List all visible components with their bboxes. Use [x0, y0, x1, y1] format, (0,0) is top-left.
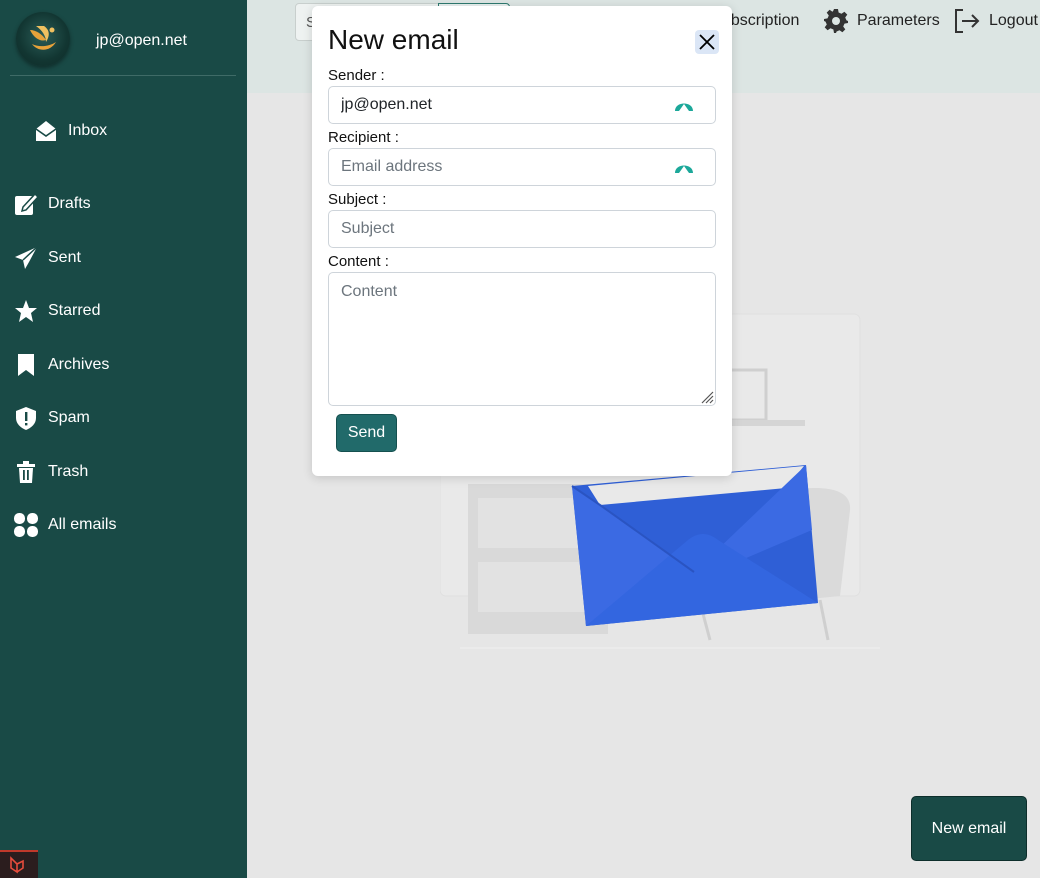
sidebar-item-inbox[interactable]: Inbox	[32, 114, 107, 148]
modal-title: New email	[328, 24, 459, 55]
nav-parameters[interactable]: Parameters	[823, 6, 940, 36]
sender-field[interactable]	[328, 86, 716, 124]
new-email-button[interactable]: New email	[911, 796, 1027, 861]
sidebar-item-sent[interactable]: Sent	[12, 241, 81, 275]
sidebar-item-drafts[interactable]: Drafts	[12, 187, 91, 221]
sidebar-item-label: Spam	[48, 409, 90, 426]
recipient-field[interactable]	[328, 148, 716, 186]
trash-icon	[12, 458, 40, 486]
close-button[interactable]	[695, 30, 719, 54]
content-field[interactable]	[328, 272, 716, 406]
sidebar-item-label: Sent	[48, 249, 81, 266]
sidebar-header: jp@open.net	[10, 8, 236, 76]
subject-field[interactable]	[328, 210, 716, 248]
laravel-icon	[10, 856, 24, 874]
send-button[interactable]: Send	[336, 414, 397, 452]
grid-icon	[12, 511, 40, 539]
nav-subscription[interactable]: ubscription	[722, 6, 799, 36]
nav-parameters-label: Parameters	[857, 12, 940, 29]
bookmark-icon	[12, 351, 40, 379]
inbox-icon	[32, 117, 60, 145]
content-label: Content :	[328, 253, 389, 270]
sidebar-item-label: Trash	[48, 463, 89, 480]
new-email-modal: New email Sender : Recipient : Subject :…	[312, 6, 732, 476]
sidebar-item-starred[interactable]: Starred	[12, 294, 100, 328]
star-icon	[12, 297, 40, 325]
password-manager-icon[interactable]	[674, 157, 694, 177]
recipient-label: Recipient :	[328, 129, 399, 146]
sidebar-item-label: Drafts	[48, 195, 91, 212]
close-icon	[699, 34, 715, 50]
nav-logout[interactable]: Logout	[953, 6, 1038, 36]
recipient-field-wrapper	[328, 148, 716, 186]
nav-subscription-label: ubscription	[722, 12, 800, 29]
subject-label: Subject :	[328, 191, 387, 208]
sender-label: Sender :	[328, 67, 385, 84]
shield-alert-icon	[12, 404, 40, 432]
nav-logout-label: Logout	[989, 12, 1038, 29]
sender-field-wrapper	[328, 86, 716, 124]
sidebar-item-label: Starred	[48, 302, 101, 319]
sidebar-item-trash[interactable]: Trash	[12, 455, 88, 489]
user-email: jp@open.net	[96, 32, 187, 49]
sidebar-item-all-emails[interactable]: All emails	[12, 508, 116, 542]
resize-handle-icon[interactable]	[698, 388, 714, 404]
sidebar-item-label: Archives	[48, 356, 110, 373]
password-manager-icon[interactable]	[674, 95, 694, 115]
sidebar-item-label: Inbox	[68, 122, 108, 139]
sidebar-item-spam[interactable]: Spam	[12, 401, 90, 435]
app-logo[interactable]	[16, 12, 70, 66]
sidebar-item-label: All emails	[48, 516, 117, 533]
send-icon	[12, 244, 40, 272]
bird-logo-icon	[30, 26, 56, 50]
draft-icon	[12, 190, 40, 218]
sidebar-item-archives[interactable]: Archives	[12, 348, 109, 382]
debugbar-toggle[interactable]	[0, 850, 38, 878]
sidebar: jp@open.net Inbox Drafts Sent Starred Ar…	[0, 0, 247, 878]
gear-icon	[823, 8, 849, 34]
logout-icon	[953, 8, 981, 34]
